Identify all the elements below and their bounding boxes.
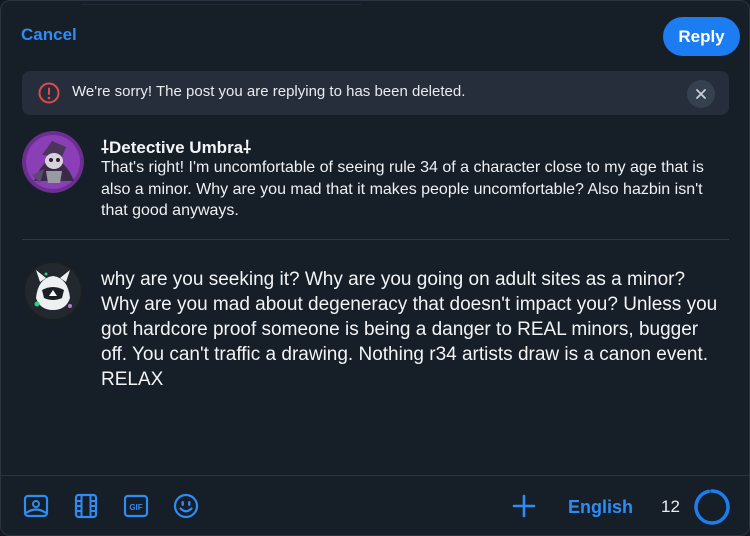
parent-author-name[interactable]: ⸸Detective Umbra⸸ — [101, 135, 251, 158]
parent-post-text: That's right! I'm uncomfortable of seein… — [101, 159, 704, 219]
parent-author-avatar[interactable] — [22, 131, 84, 193]
notice-text: We're sorry! The post you are replying t… — [72, 83, 466, 100]
reply-composer: Cancel Reply We're sorry! The post you a… — [0, 0, 750, 536]
gif-icon[interactable]: GIF — [123, 493, 149, 519]
svg-text:GIF: GIF — [129, 503, 142, 512]
close-icon[interactable] — [687, 80, 715, 108]
top-strip-decoration — [81, 1, 361, 5]
reply-button[interactable]: Reply — [663, 17, 740, 56]
user-avatar — [22, 260, 84, 322]
plus-icon[interactable] — [511, 493, 537, 519]
emoji-icon[interactable] — [173, 493, 199, 519]
remaining-character-count: 12 — [661, 497, 680, 516]
cancel-button[interactable]: Cancel — [21, 25, 77, 45]
language-selector[interactable]: English — [568, 497, 633, 518]
reply-text-input[interactable]: why are you seeking it? Why are you goin… — [101, 267, 726, 392]
deleted-post-notice: We're sorry! The post you are replying t… — [22, 71, 729, 115]
image-icon[interactable] — [23, 493, 49, 519]
divider — [22, 239, 729, 240]
composer-toolbar: GIF English 12 — [1, 475, 749, 535]
video-icon[interactable] — [73, 493, 99, 519]
alert-circle-icon — [38, 82, 60, 104]
character-limit-ring — [693, 488, 731, 526]
